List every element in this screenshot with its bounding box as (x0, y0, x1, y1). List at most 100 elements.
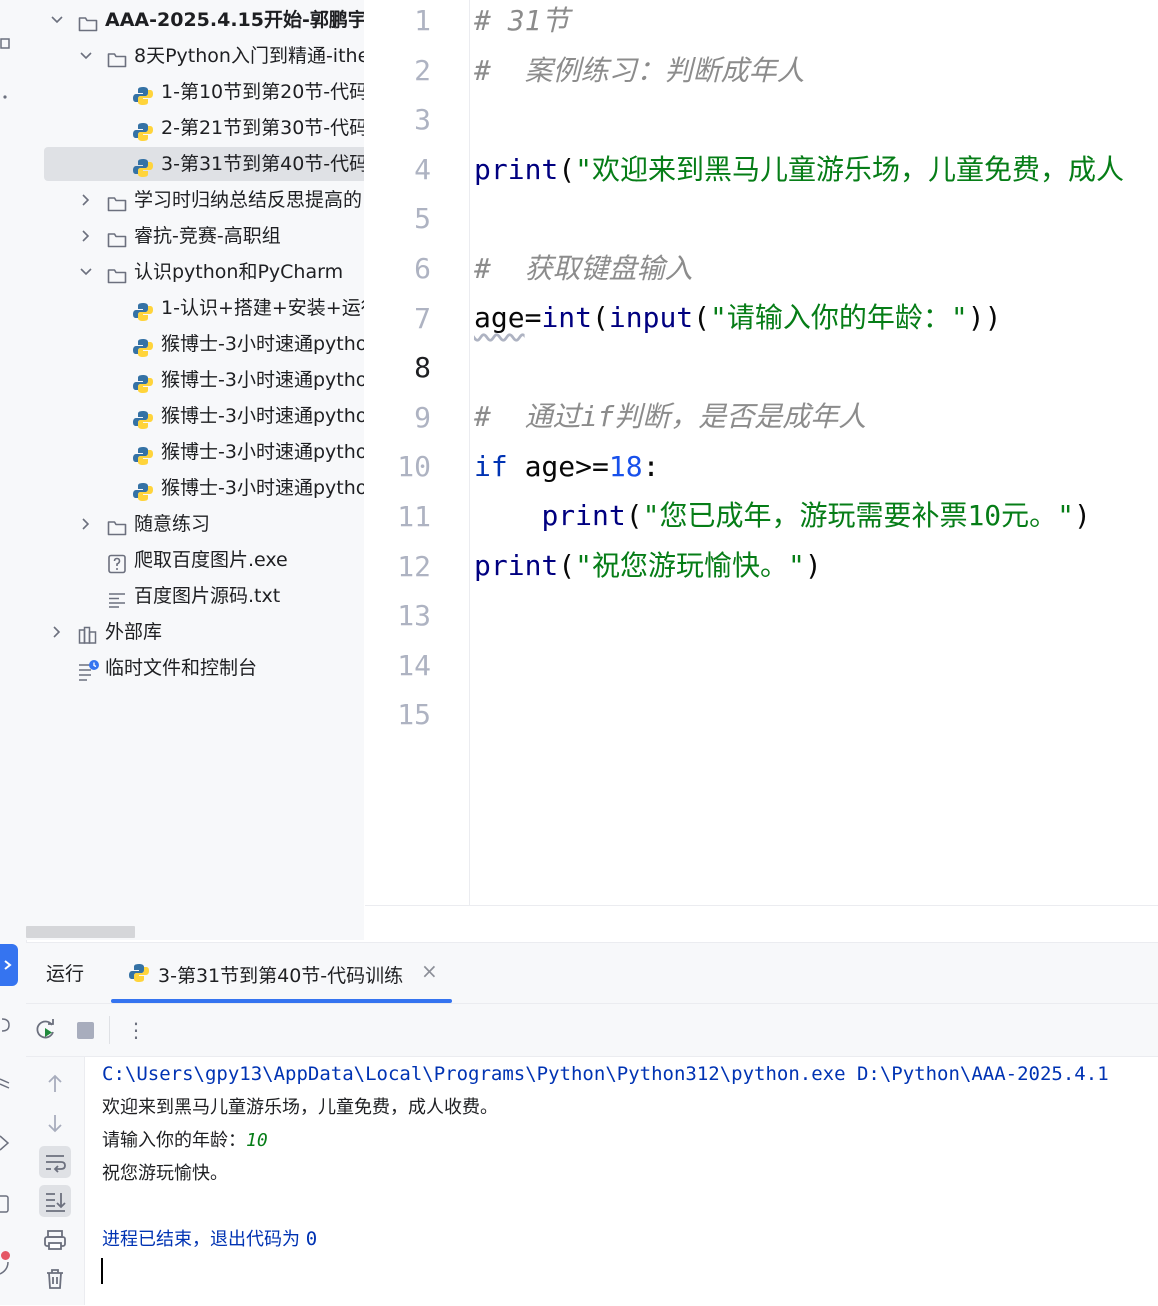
line-number: 1 (414, 4, 431, 37)
line-number: 4 (414, 152, 431, 186)
toolbar-divider (109, 1016, 110, 1044)
more-tools-icon[interactable] (0, 88, 18, 106)
paren: ( (558, 549, 576, 582)
trash-icon[interactable] (39, 1263, 71, 1295)
tree-item[interactable]: 睿抗-竞赛-高职组 (26, 218, 364, 254)
python-packages-icon[interactable] (0, 1016, 18, 1034)
tree-item[interactable]: 爬取百度图片.exe (26, 542, 364, 578)
code-editor[interactable]: # 31节 # 案例练习：判断成年人 print("欢迎来到黑马儿童游乐场，儿童… (470, 0, 1158, 905)
print-call: print (474, 153, 559, 186)
tree-item[interactable]: 外部库 (26, 614, 364, 650)
chevron-down-icon[interactable] (78, 254, 94, 290)
run-tool-button[interactable] (0, 944, 18, 986)
code-line-10: if age>=18: (474, 442, 659, 492)
tree-item[interactable]: 1-第10节到第20节-代码 (26, 74, 364, 110)
scroll-up-icon[interactable] (39, 1068, 71, 1100)
scroll-to-end-icon[interactable] (39, 1185, 71, 1217)
tree-item-label: 猴博士-3小时速通pytho (161, 333, 364, 355)
tree-item[interactable]: 1-认识+搭建+安装+运行 (26, 290, 364, 326)
tree-item-label: 猴博士-3小时速通pytho (161, 369, 364, 391)
tree-item[interactable]: 认识python和PyCharm (26, 254, 364, 290)
tree-item[interactable]: 猴博士-3小时速通pytho (26, 470, 364, 506)
python-file-icon (133, 298, 153, 321)
tree-item[interactable]: 临时文件和控制台 (26, 650, 364, 686)
chevron-down-icon[interactable] (49, 2, 65, 38)
chevron-right-icon[interactable] (78, 182, 94, 218)
soft-wrap-icon[interactable] (39, 1146, 71, 1178)
tree-horizontal-scrollbar[interactable] (26, 926, 135, 938)
more-options-icon[interactable]: ⋮ (126, 1016, 146, 1044)
code-line-4: print("欢迎来到黑马儿童游乐场，儿童免费，成人 (474, 145, 1124, 195)
string-literal: "您已成年，游玩需要补票10元。" (642, 499, 1075, 532)
tree-item[interactable]: 学习时归纳总结反思提高的 (26, 182, 364, 218)
line-number: 10 (397, 450, 431, 484)
folder-icon (107, 226, 127, 248)
services-icon[interactable] (0, 1134, 18, 1152)
layers-icon[interactable] (0, 1074, 18, 1092)
exit-message: 进程已结束，退出代码为 (102, 1229, 306, 1250)
paren: )) (967, 301, 1002, 334)
exit-code: 0 (305, 1228, 318, 1250)
folder-icon (78, 10, 98, 32)
line-number: 2 (414, 53, 431, 87)
unknown-file-icon (107, 550, 127, 574)
tree-item[interactable]: 百度图片源码.txt (26, 578, 364, 614)
run-config-tab[interactable]: 3-第31节到第40节-代码训练 × (111, 943, 451, 1003)
console-prompt-line: 请输入你的年龄：10 (102, 1124, 268, 1157)
code-line-2: # 案例练习：判断成年人 (474, 54, 805, 87)
variable-age: age (474, 301, 525, 334)
tree-item[interactable]: 猴博士-3小时速通pytho (26, 434, 364, 470)
text-file-icon (107, 586, 127, 608)
library-icon (78, 622, 98, 644)
close-tab-icon[interactable]: × (421, 959, 438, 983)
chevron-down-icon[interactable] (78, 38, 94, 74)
scroll-down-icon[interactable] (39, 1107, 71, 1139)
tree-item-label: 认识python和PyCharm (134, 261, 344, 283)
chevron-right-icon[interactable] (78, 218, 94, 254)
tree-item-label: 2-第21节到第30节-代码 (161, 117, 364, 139)
notification-dot (1, 1251, 10, 1260)
tree-item[interactable]: 猴博士-3小时速通pytho (26, 326, 364, 362)
operator: = (524, 301, 542, 334)
tree-item[interactable]: 随意练习 (26, 506, 364, 542)
expression: age>= (507, 450, 609, 483)
line-number: 11 (397, 500, 431, 533)
folder-icon (107, 262, 127, 284)
project-tree: AAA-2025.4.15开始-郭鹏宇 8天Python入门到精通-ithe 1-第… (26, 0, 364, 940)
rerun-icon[interactable] (34, 1018, 58, 1042)
console-output-line: 祝您游玩愉快。 (102, 1163, 228, 1184)
run-tab-label: 3-第31节到第40节-代码训练 (158, 965, 404, 987)
terminal-icon[interactable] (0, 1194, 18, 1213)
tree-item[interactable]: 8天Python入门到精通-ithe (26, 38, 364, 74)
tree-item[interactable]: 2-第21节到第30节-代码 (26, 110, 364, 146)
line-number: 9 (414, 400, 431, 434)
print-icon[interactable] (39, 1224, 71, 1256)
console-output-line: 欢迎来到黑马儿童游乐场，儿童免费，成人收费。 (102, 1097, 498, 1118)
tree-item[interactable]: 3-第31节到第40节-代码 (26, 146, 364, 182)
tree-item-label: 猴博士-3小时速通pytho (161, 441, 364, 463)
console-exit-line: 进程已结束，退出代码为 0 (102, 1223, 317, 1256)
chevron-right-icon[interactable] (78, 506, 94, 542)
python-file-icon (133, 406, 153, 429)
paren: ) (1074, 499, 1091, 532)
code-line-7: age=int(input("请输入你的年龄：")) (474, 293, 1001, 343)
left-tool-strip (0, 0, 27, 1305)
tree-item[interactable]: 猴博士-3小时速通pytho (26, 398, 364, 434)
tree-item-label: 1-第10节到第20节-代码 (161, 81, 364, 103)
tree-item-label: AAA-2025.4.15开始-郭鹏宇 (105, 9, 364, 31)
tree-item[interactable]: AAA-2025.4.15开始-郭鹏宇 (26, 2, 364, 38)
folder-icon (107, 190, 127, 212)
project-tool-icon[interactable] (0, 36, 18, 54)
console-command-line: C:\Users\gpy13\AppData\Local\Programs\Py… (102, 1063, 1109, 1085)
tree-item-label: 临时文件和控制台 (105, 657, 258, 679)
colon: : (642, 450, 660, 483)
stop-icon[interactable] (77, 1022, 94, 1039)
chevron-right-icon[interactable] (49, 614, 65, 650)
console-output[interactable]: C:\Users\gpy13\AppData\Local\Programs\Py… (85, 1057, 1158, 1305)
tree-item-label: 睿抗-竞赛-高职组 (134, 225, 281, 247)
tree-item-label: 8天Python入门到精通-ithe (134, 45, 364, 67)
tree-item[interactable]: 猴博士-3小时速通pytho (26, 362, 364, 398)
console-user-input: 10 (246, 1130, 268, 1151)
python-file-icon (133, 118, 153, 141)
